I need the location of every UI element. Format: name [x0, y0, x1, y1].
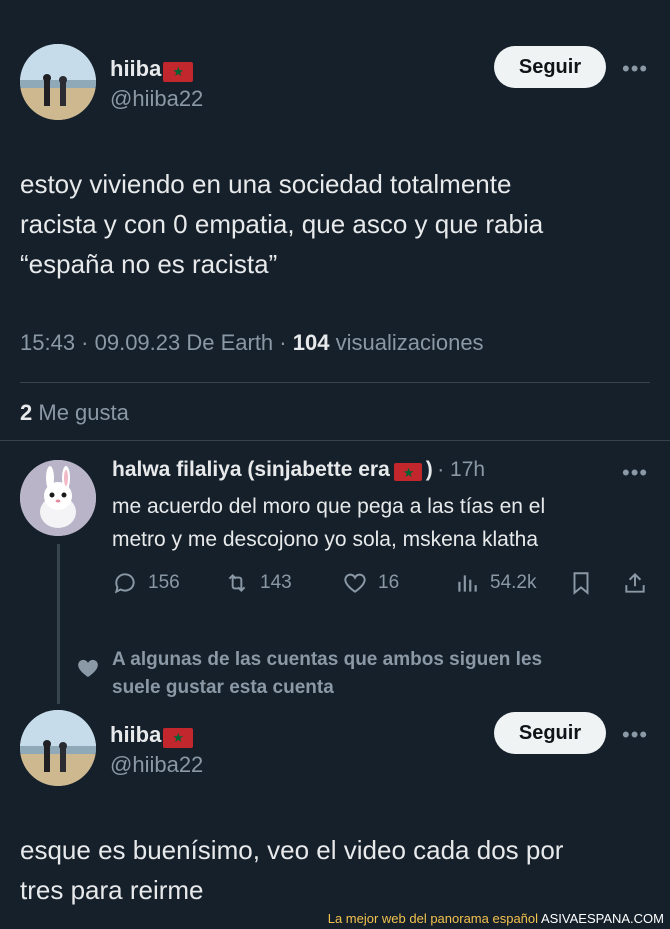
reply-more-options-icon[interactable]: ••• — [622, 460, 648, 486]
reply-header: halwa filaliya (sinjabette era) · 17h — [112, 458, 485, 482]
watermark-site: ASIVAESPANA.COM — [540, 911, 664, 926]
likes-summary[interactable]: 2 Me gusta — [20, 400, 129, 426]
avatar-photo — [20, 710, 96, 786]
reply-avatar[interactable] — [20, 460, 96, 536]
reply-time[interactable]: · 17h — [437, 458, 485, 481]
tweet-timestamp[interactable]: 15:43 · 09.09.23 De Earth · — [20, 330, 287, 355]
tweet-text-line: esque es buenísimo, veo el video cada do… — [20, 835, 564, 865]
divider — [20, 382, 650, 383]
views-button[interactable]: 54.2k — [454, 570, 536, 596]
comment-icon — [114, 573, 135, 594]
avatar-photo — [20, 44, 96, 120]
morocco-flag-icon — [163, 727, 194, 748]
retweet-button[interactable]: 143 — [224, 570, 292, 596]
author-name-row[interactable]: hiiba — [110, 722, 194, 748]
thread-line — [57, 544, 60, 704]
follow-button[interactable]: Seguir — [494, 712, 606, 754]
reply-count: 156 — [148, 572, 180, 593]
social-context-line: A algunas de las cuentas que ambos sigue… — [112, 649, 543, 670]
follow-button[interactable]: Seguir — [494, 46, 606, 88]
bunny-avatar-image — [20, 460, 96, 536]
reply-text-line: me acuerdo del moro que pega a las tías … — [112, 495, 546, 518]
likes-count: 2 — [20, 400, 33, 425]
analytics-icon — [458, 575, 477, 592]
views-count: 104 — [292, 330, 330, 355]
author-handle[interactable]: @hiiba22 — [110, 86, 203, 112]
bookmark-button[interactable] — [568, 570, 594, 596]
reply-author-name-suffix: ) — [425, 458, 433, 481]
like-button[interactable]: 16 — [342, 570, 399, 596]
avatar[interactable] — [20, 710, 96, 786]
tweet-text-line: “españa no es racista” — [20, 249, 278, 279]
likes-label: Me gusta — [38, 400, 129, 425]
reply-action-bar: 156 143 16 54.2k — [112, 570, 652, 600]
tweet-text-line: estoy viviendo en una sociedad totalment… — [20, 169, 512, 199]
views-label: visualizaciones — [335, 330, 484, 355]
social-heart-icon — [76, 656, 100, 685]
share-icon — [625, 572, 645, 593]
more-options-icon[interactable]: ••• — [622, 722, 648, 748]
reply-text-line: metro y me descojono yo sola, mskena kla… — [112, 528, 539, 551]
tweet-text-line: tres para reirme — [20, 875, 204, 905]
tweet-text: esque es buenísimo, veo el video cada do… — [20, 830, 660, 910]
retweet-count: 143 — [260, 572, 292, 593]
share-button[interactable] — [622, 570, 648, 596]
author-name-row[interactable]: hiiba — [110, 56, 194, 82]
watermark-bar: La mejor web del panorama español ASIVAE… — [0, 909, 670, 929]
reply-text: me acuerdo del moro que pega a las tías … — [112, 490, 652, 556]
heart-icon — [344, 573, 366, 593]
morocco-flag-icon — [393, 462, 422, 481]
author-handle[interactable]: @hiiba22 — [110, 752, 203, 778]
author-name[interactable]: hiiba — [110, 722, 161, 747]
divider — [0, 440, 670, 441]
tweet-text-line: racista y con 0 empatia, que asco y que … — [20, 209, 544, 239]
social-context: A algunas de las cuentas que ambos sigue… — [112, 646, 652, 702]
morocco-flag-icon — [163, 61, 194, 82]
bookmark-icon — [573, 572, 589, 595]
retweet-icon — [228, 574, 246, 592]
reply-button[interactable]: 156 — [112, 570, 180, 596]
like-count: 16 — [378, 572, 400, 593]
tweet-meta: 15:43 · 09.09.23 De Earth · 104 visualiz… — [20, 330, 484, 356]
author-name[interactable]: hiiba — [110, 56, 161, 81]
reply-views-count: 54.2k — [490, 572, 537, 593]
watermark-tagline: La mejor web del panorama español — [327, 911, 539, 926]
more-options-icon[interactable]: ••• — [622, 56, 648, 82]
avatar[interactable] — [20, 44, 96, 120]
social-context-line: suele gustar esta cuenta — [112, 677, 334, 698]
tweet-text: estoy viviendo en una sociedad totalment… — [20, 164, 650, 284]
reply-author-name[interactable]: halwa filaliya (sinjabette era — [112, 458, 390, 481]
